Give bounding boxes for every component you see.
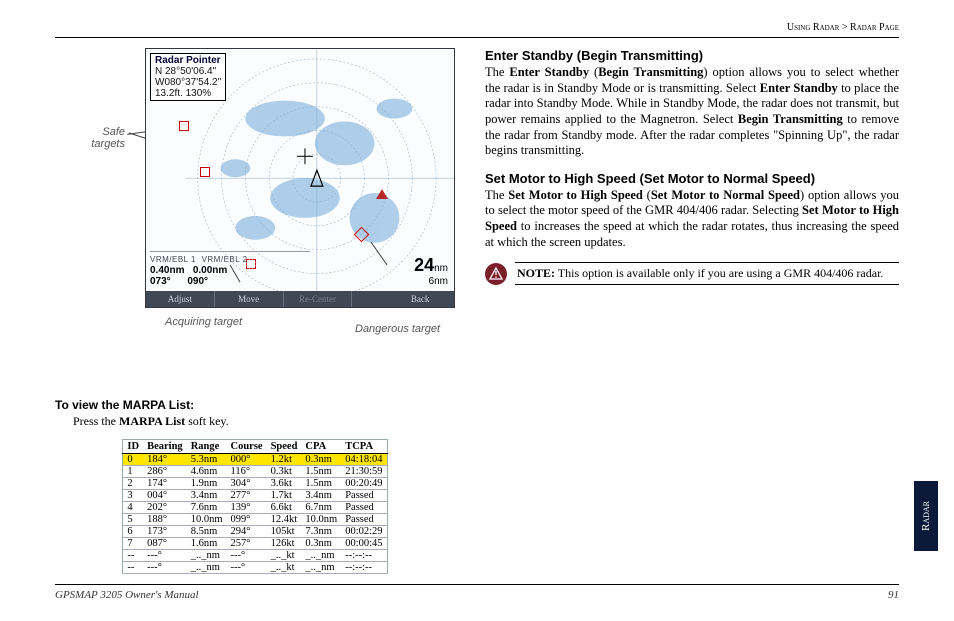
range-readout: 24nm 6nm	[414, 255, 448, 287]
breadcrumb: Using Radar > Radar Page	[55, 22, 899, 38]
table-row: 4202°7.6nm139°6.6kt6.7nmPassed	[123, 502, 387, 514]
section-body-motor: The Set Motor to High Speed (Set Motor t…	[485, 188, 899, 251]
table-row: 3004°3.4nm277°1.7kt3.4nmPassed	[123, 490, 387, 502]
dangerous-target-marker	[376, 189, 388, 199]
softkey-bar: Adjust Move Re-Center Back	[146, 291, 454, 307]
table-row: 1286°4.6nm116°0.3kt1.5nm21:30:59	[123, 466, 387, 478]
table-row: 6173°8.5nm294°105kt7.3nm00:02:29	[123, 526, 387, 538]
section-heading-motor: Set Motor to High Speed (Set Motor to No…	[485, 171, 899, 186]
softkey-move[interactable]: Move	[215, 291, 284, 307]
breadcrumb-section: Using Radar	[787, 22, 840, 33]
table-row: 7087°1.6nm257°126kt0.3nm00:00:45	[123, 538, 387, 550]
footer-page: 91	[888, 589, 899, 601]
softkey-adjust[interactable]: Adjust	[146, 291, 215, 307]
safe-target-marker	[200, 167, 210, 177]
warning-icon	[485, 263, 507, 285]
radar-pointer-box: Radar Pointer N 28°50'06.4" W080°37'54.2…	[150, 53, 226, 101]
safe-target-marker	[179, 121, 189, 131]
section-tab-radar: Radar	[914, 481, 938, 551]
table-row: 2174°1.9nm304°3.6kt1.5nm00:20:49	[123, 478, 387, 490]
section-heading-standby: Enter Standby (Begin Transmitting)	[485, 48, 899, 63]
annotation-dangerous: Dangerous target	[355, 323, 440, 335]
marpa-heading: To view the MARPA List:	[55, 398, 455, 412]
section-body-standby: The Enter Standby (Begin Transmitting) o…	[485, 65, 899, 159]
table-row: -----°_.._nm---°_.._kt_.._nm--:--:--	[123, 550, 387, 562]
marpa-instruction: Press the MARPA List soft key.	[73, 414, 455, 429]
page-footer: GPSMAP 3205 Owner's Manual 91	[55, 584, 899, 601]
radar-display: Radar Pointer N 28°50'06.4" W080°37'54.2…	[145, 48, 455, 308]
note-box: NOTE: This option is available only if y…	[515, 262, 899, 285]
softkey-back[interactable]: Back	[386, 291, 454, 307]
table-row: 5188°10.0nm099°12.4kt10.0nmPassed	[123, 514, 387, 526]
table-row: 0184°5.3nm000°1.2kt0.3nm04:18:04	[123, 454, 387, 466]
table-header-row: ID Bearing Range Course Speed CPA TCPA	[123, 440, 387, 454]
breadcrumb-page: Radar Page	[850, 22, 899, 33]
annotation-acquiring: Acquiring target	[165, 316, 242, 328]
right-column: Enter Standby (Begin Transmitting) The E…	[485, 48, 899, 574]
radar-figure: Safe targets	[55, 48, 455, 348]
note-row: NOTE: This option is available only if y…	[485, 262, 899, 285]
footer-title: GPSMAP 3205 Owner's Manual	[55, 589, 199, 601]
softkey-recenter[interactable]: Re-Center	[284, 291, 353, 307]
vrm-ebl-readout: VRM/EBL 1 VRM/EBL 2 0.40nm 0.00nm 073° 0…	[150, 251, 310, 287]
annotation-safe-targets: Safe targets	[65, 126, 125, 150]
marpa-table: ID Bearing Range Course Speed CPA TCPA 0…	[122, 439, 387, 574]
table-row: -----°_.._nm---°_.._kt_.._nm--:--:--	[123, 562, 387, 574]
